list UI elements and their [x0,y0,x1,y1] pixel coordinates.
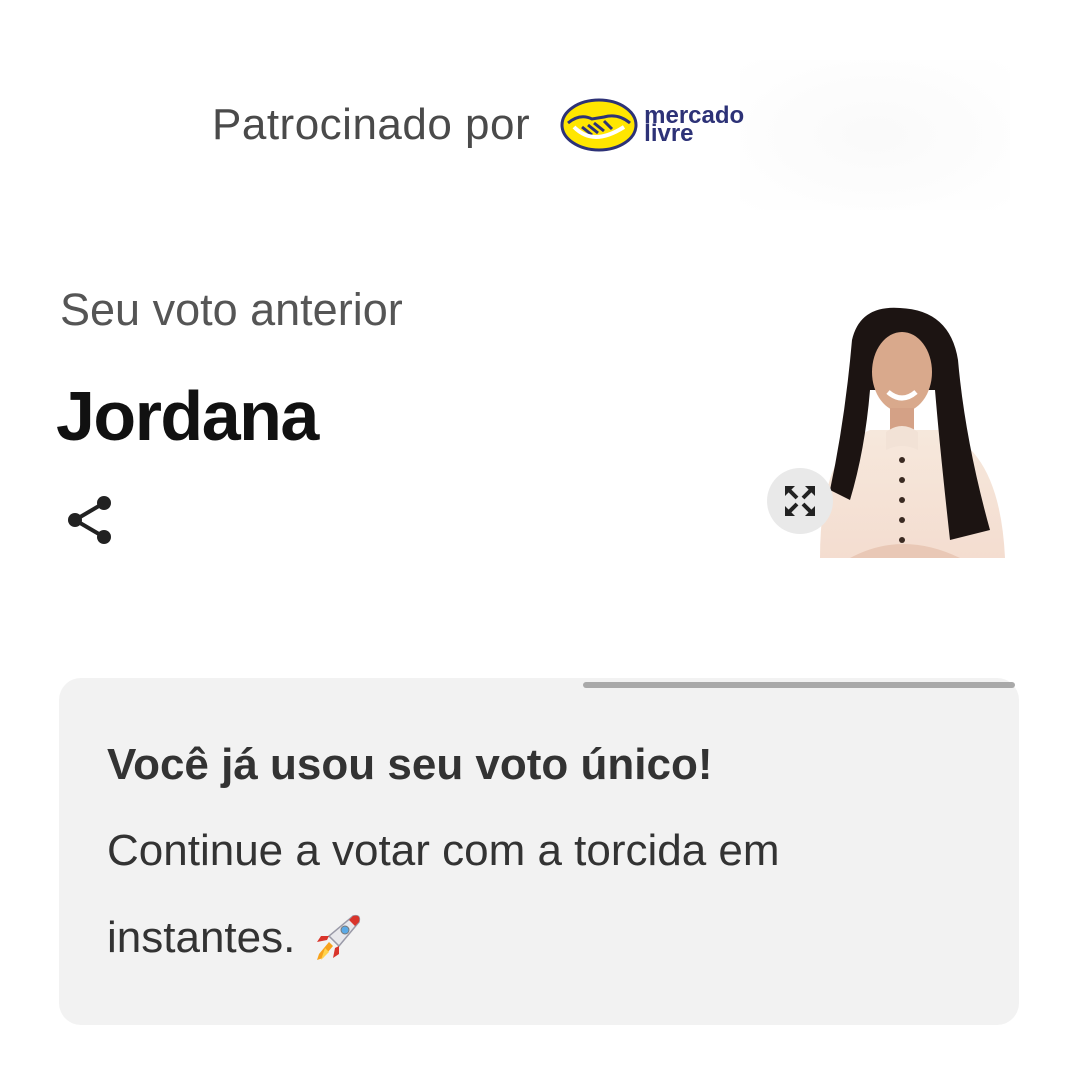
candidate-name: Jordana [56,377,319,455]
vote-used-message-line2: instantes. [107,913,296,962]
mercado-livre-logo: mercado livre [560,97,744,153]
sponsor-bar: Patrocinado por mercado livre [212,92,744,158]
previous-vote-label: Seu voto anterior [60,284,403,335]
vote-used-title: Você já usou seu voto único! [107,740,713,789]
expand-photo-button[interactable] [767,468,833,534]
vote-used-message-line2-wrapper: instantes. [107,910,365,966]
share-icon [68,496,111,544]
vote-used-message-line1: Continue a votar com a torcida em [107,826,780,875]
expand-icon [785,486,815,516]
sponsor-watermark [740,60,1010,210]
rocket-icon [317,914,361,960]
timer-progress-bar [583,682,1015,688]
sponsor-label: Patrocinado por [212,100,531,149]
share-button[interactable] [62,492,118,548]
logo-word-bottom: livre [644,120,694,147]
handshake-icon [560,98,638,152]
